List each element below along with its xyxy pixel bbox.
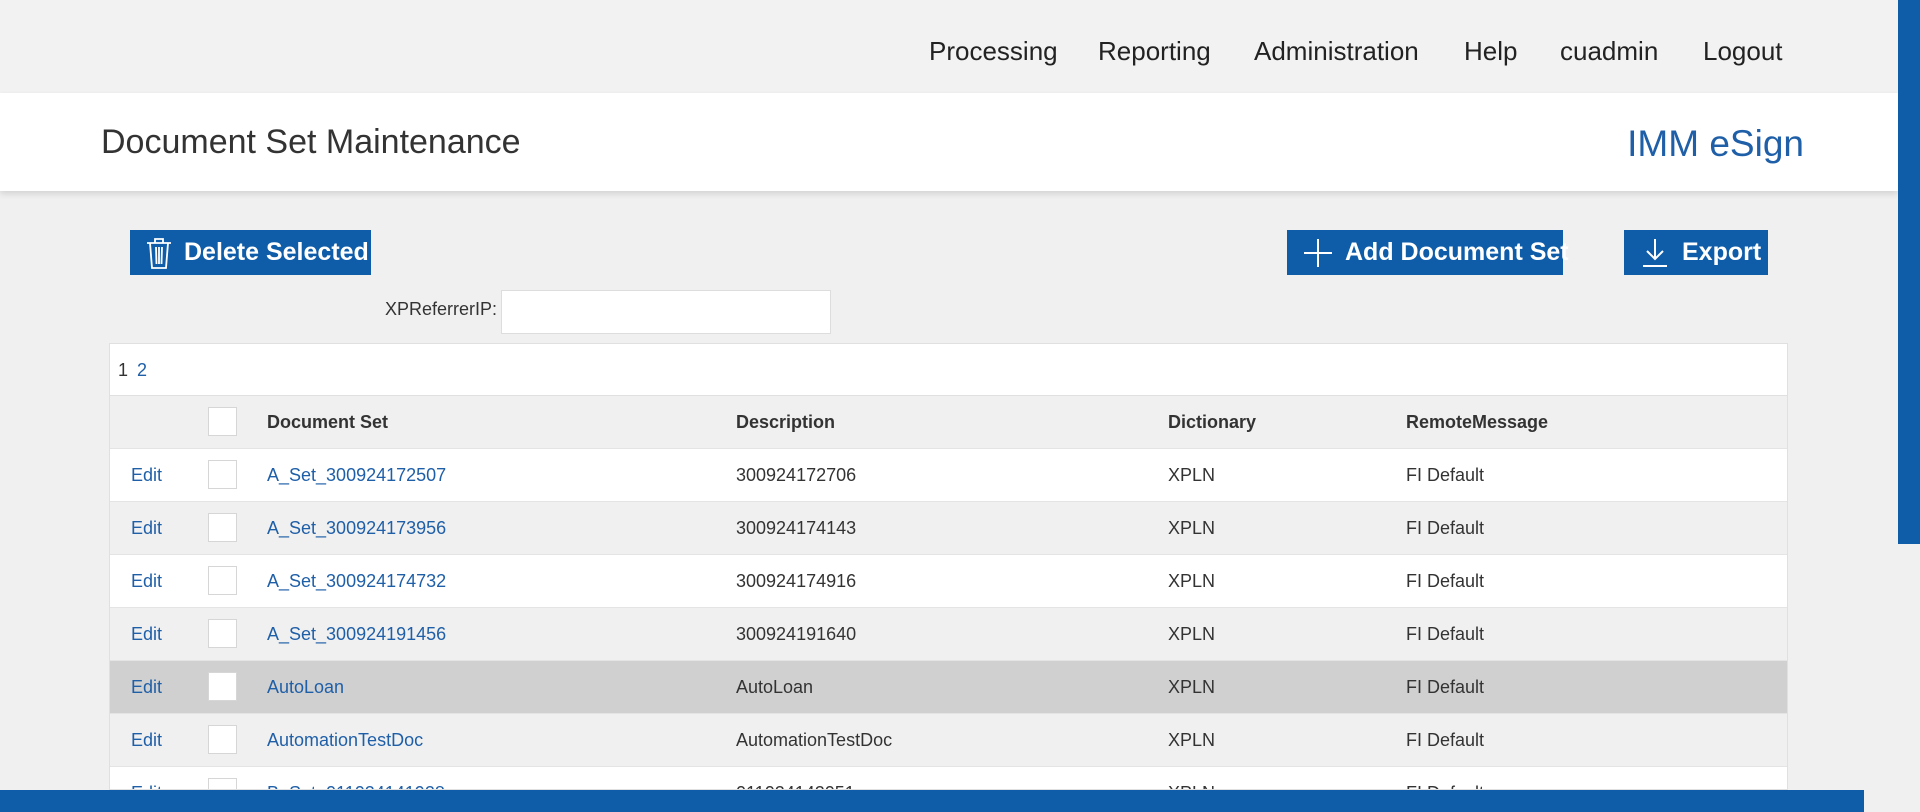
document-set-link[interactable]: B_Set_011024141928 — [267, 767, 445, 789]
remote-message-cell: FI Default — [1406, 465, 1485, 485]
bottom-horizontal-scrollbar[interactable] — [0, 790, 1864, 812]
nav-user-menu[interactable]: cuadmin — [1560, 36, 1658, 67]
description-cell: AutomationTestDoc — [736, 730, 893, 750]
scrollbar-thumb[interactable] — [1898, 0, 1920, 544]
dictionary-cell: XPLN — [1168, 730, 1216, 750]
description-cell: 300924174143 — [736, 518, 857, 538]
dictionary-cell: XPLN — [1168, 767, 1215, 789]
brand-logo-text: IMM eSign — [1627, 123, 1804, 164]
trash-icon — [146, 237, 172, 269]
document-set-link[interactable]: A_Set_300924172507 — [267, 449, 446, 501]
remote-message-cell: FI Default — [1406, 767, 1484, 789]
row-checkbox[interactable] — [208, 778, 237, 789]
document-set-link[interactable]: A_Set_300924173956 — [267, 502, 446, 554]
remote-message-cell: FI Default — [1406, 518, 1485, 538]
nav-reporting[interactable]: Reporting — [1098, 36, 1211, 67]
download-icon — [1642, 238, 1668, 268]
column-header-document-set: Document Set — [267, 412, 389, 432]
table-header-row: Document Set Description Dictionary Remo… — [110, 396, 1787, 449]
description-cell: 300924172706 — [736, 465, 857, 485]
row-checkbox[interactable] — [208, 460, 237, 489]
description-cell: AutoLoan — [736, 677, 814, 697]
page-1-current: 1 — [118, 360, 129, 380]
table-row: Edit B_Set_011024141928 011024142051 XPL… — [110, 767, 1787, 789]
dictionary-cell: XPLN — [1168, 465, 1216, 485]
add-document-set-button[interactable]: Add Document Set — [1287, 230, 1569, 275]
delete-selected-button[interactable]: Delete Selected — [130, 230, 371, 275]
row-checkbox[interactable] — [208, 566, 237, 595]
table-row: Edit A_Set_300924173956 300924174143 XPL… — [110, 502, 1787, 555]
row-checkbox[interactable] — [208, 725, 237, 754]
dictionary-cell: XPLN — [1168, 624, 1216, 644]
page-title: Document Set Maintenance — [101, 123, 521, 161]
page-header: Document Set Maintenance IMM eSign — [0, 93, 1898, 191]
row-checkbox[interactable] — [208, 513, 237, 542]
row-checkbox[interactable] — [208, 672, 237, 701]
remote-message-cell: FI Default — [1406, 624, 1485, 644]
top-navigation: Processing Reporting Administration Help… — [0, 0, 1920, 93]
edit-link[interactable]: Edit — [131, 608, 162, 660]
remote-message-cell: FI Default — [1406, 677, 1485, 697]
column-header-description: Description — [736, 412, 836, 432]
nav-administration[interactable]: Administration — [1254, 36, 1419, 67]
dictionary-cell: XPLN — [1168, 677, 1216, 697]
column-header-dictionary: Dictionary — [1168, 412, 1257, 432]
table-row-highlighted: Edit AutoLoan AutoLoan XPLN FI Default — [110, 661, 1787, 714]
nav-processing[interactable]: Processing — [929, 36, 1058, 67]
select-all-checkbox[interactable] — [208, 407, 237, 436]
document-set-link[interactable]: A_Set_300924174732 — [267, 555, 446, 607]
delete-selected-label: Delete Selected — [184, 238, 369, 266]
table-row: Edit AutomationTestDoc AutomationTestDoc… — [110, 714, 1787, 767]
add-document-set-label: Add Document Set — [1345, 238, 1569, 266]
dictionary-cell: XPLN — [1168, 518, 1216, 538]
row-checkbox[interactable] — [208, 619, 237, 648]
dictionary-cell: XPLN — [1168, 571, 1216, 591]
table-row: Edit A_Set_300924174732 300924174916 XPL… — [110, 555, 1787, 608]
edit-link[interactable]: Edit — [131, 767, 162, 789]
page-2-link[interactable]: 2 — [137, 360, 147, 380]
edit-link[interactable]: Edit — [131, 714, 162, 766]
xpreferrerip-label: XPReferrerIP: — [385, 299, 498, 319]
nav-logout[interactable]: Logout — [1703, 36, 1783, 67]
vertical-scrollbar[interactable] — [1898, 0, 1920, 812]
document-set-table: 1 2 Document Set Description Dictionary … — [109, 343, 1788, 790]
document-set-link[interactable]: A_Set_300924191456 — [267, 608, 446, 660]
export-button[interactable]: Export — [1624, 230, 1768, 275]
edit-link[interactable]: Edit — [131, 449, 162, 501]
remote-message-cell: FI Default — [1406, 730, 1485, 750]
nav-help[interactable]: Help — [1464, 36, 1517, 67]
table-row: Edit A_Set_300924172507 300924172706 XPL… — [110, 449, 1787, 502]
table-row: Edit A_Set_300924191456 300924191640 XPL… — [110, 608, 1787, 661]
edit-link[interactable]: Edit — [131, 502, 162, 554]
pagination: 1 2 — [110, 344, 1787, 396]
description-cell: 300924174916 — [736, 571, 857, 591]
plus-icon — [1303, 238, 1333, 268]
edit-link[interactable]: Edit — [131, 555, 162, 607]
remote-message-cell: FI Default — [1406, 571, 1485, 591]
column-header-remote-message: RemoteMessage — [1406, 412, 1549, 432]
edit-link[interactable]: Edit — [131, 661, 162, 713]
description-cell: 300924191640 — [736, 624, 857, 644]
description-cell: 011024142051 — [736, 767, 855, 789]
xpreferrerip-input[interactable] — [501, 290, 831, 334]
document-set-link[interactable]: AutoLoan — [267, 661, 344, 713]
document-set-link[interactable]: AutomationTestDoc — [267, 714, 423, 766]
export-label: Export — [1682, 238, 1762, 266]
